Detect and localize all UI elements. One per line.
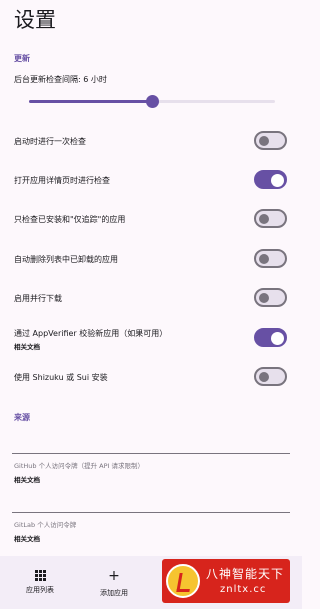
toggle-label-check-on-open: 打开应用详情页时进行检查 bbox=[14, 176, 110, 185]
toggle-label-shizuku: 使用 Shizuku 或 Sui 安装 bbox=[14, 373, 108, 382]
switch-knob bbox=[271, 331, 284, 345]
github-token-field[interactable] bbox=[12, 453, 290, 454]
auto-remove-switch[interactable] bbox=[254, 249, 287, 268]
toggle-label-parallel-downloads: 启用并行下载 bbox=[14, 294, 62, 303]
parallel-downloads-switch[interactable] bbox=[254, 288, 287, 307]
gitlab-docs-link[interactable]: 相关文档 bbox=[14, 533, 40, 543]
update-interval-slider[interactable] bbox=[29, 95, 275, 108]
slider-thumb[interactable] bbox=[146, 95, 159, 108]
appverifier-switch[interactable] bbox=[254, 328, 287, 347]
page-title: 设置 bbox=[14, 8, 56, 32]
nav-label-add-app: 添加应用 bbox=[100, 588, 128, 597]
switch-knob bbox=[259, 371, 269, 382]
watermark-banner: 八神智能天下 znltx.cc bbox=[162, 559, 290, 603]
gitlab-token-label: GitLab 个人访问令牌 bbox=[14, 521, 77, 529]
appverifier-docs-link[interactable]: 相关文档 bbox=[14, 341, 40, 351]
watermark-title: 八神智能天下 bbox=[206, 567, 285, 581]
nav-item-add-app[interactable]: + 添加应用 bbox=[88, 556, 140, 609]
switch-knob bbox=[259, 253, 269, 264]
shizuku-switch[interactable] bbox=[254, 367, 287, 386]
gitlab-token-field[interactable] bbox=[12, 512, 290, 513]
section-source-label: 来源 bbox=[14, 413, 30, 422]
check-on-start-switch[interactable] bbox=[254, 131, 287, 150]
toggle-label-auto-remove: 自动删除列表中已卸载的应用 bbox=[14, 255, 118, 264]
installed-only-switch[interactable] bbox=[254, 209, 287, 228]
section-update-label: 更新 bbox=[14, 54, 30, 63]
switch-knob bbox=[271, 173, 284, 187]
grid-icon bbox=[34, 570, 46, 581]
github-token-label: GitHub 个人访问令牌（提升 API 请求限制） bbox=[14, 462, 145, 470]
plus-icon: + bbox=[108, 567, 120, 584]
update-interval-label: 后台更新检查间隔: 6 小时 bbox=[14, 75, 107, 84]
switch-knob bbox=[259, 213, 269, 224]
nav-item-app-list[interactable]: 应用列表 bbox=[14, 556, 66, 609]
watermark-logo-icon bbox=[166, 564, 200, 598]
slider-fill bbox=[29, 100, 152, 103]
check-on-open-switch[interactable] bbox=[254, 170, 287, 189]
github-docs-link[interactable]: 相关文档 bbox=[14, 474, 40, 484]
toggle-label-check-on-start: 启动时进行一次检查 bbox=[14, 137, 86, 146]
settings-page: 设置 更新 后台更新检查间隔: 6 小时 启动时进行一次检查 打开应用详情页时进… bbox=[0, 0, 302, 609]
watermark-url: znltx.cc bbox=[220, 584, 267, 595]
toggle-label-installed-only: 只检查已安装和"仅追踪"的应用 bbox=[14, 215, 126, 224]
nav-label-app-list: 应用列表 bbox=[26, 586, 54, 594]
switch-knob bbox=[259, 135, 269, 146]
toggle-label-appverifier: 通过 AppVerifier 校验新应用（如果可用） bbox=[14, 329, 168, 338]
switch-knob bbox=[259, 292, 269, 303]
